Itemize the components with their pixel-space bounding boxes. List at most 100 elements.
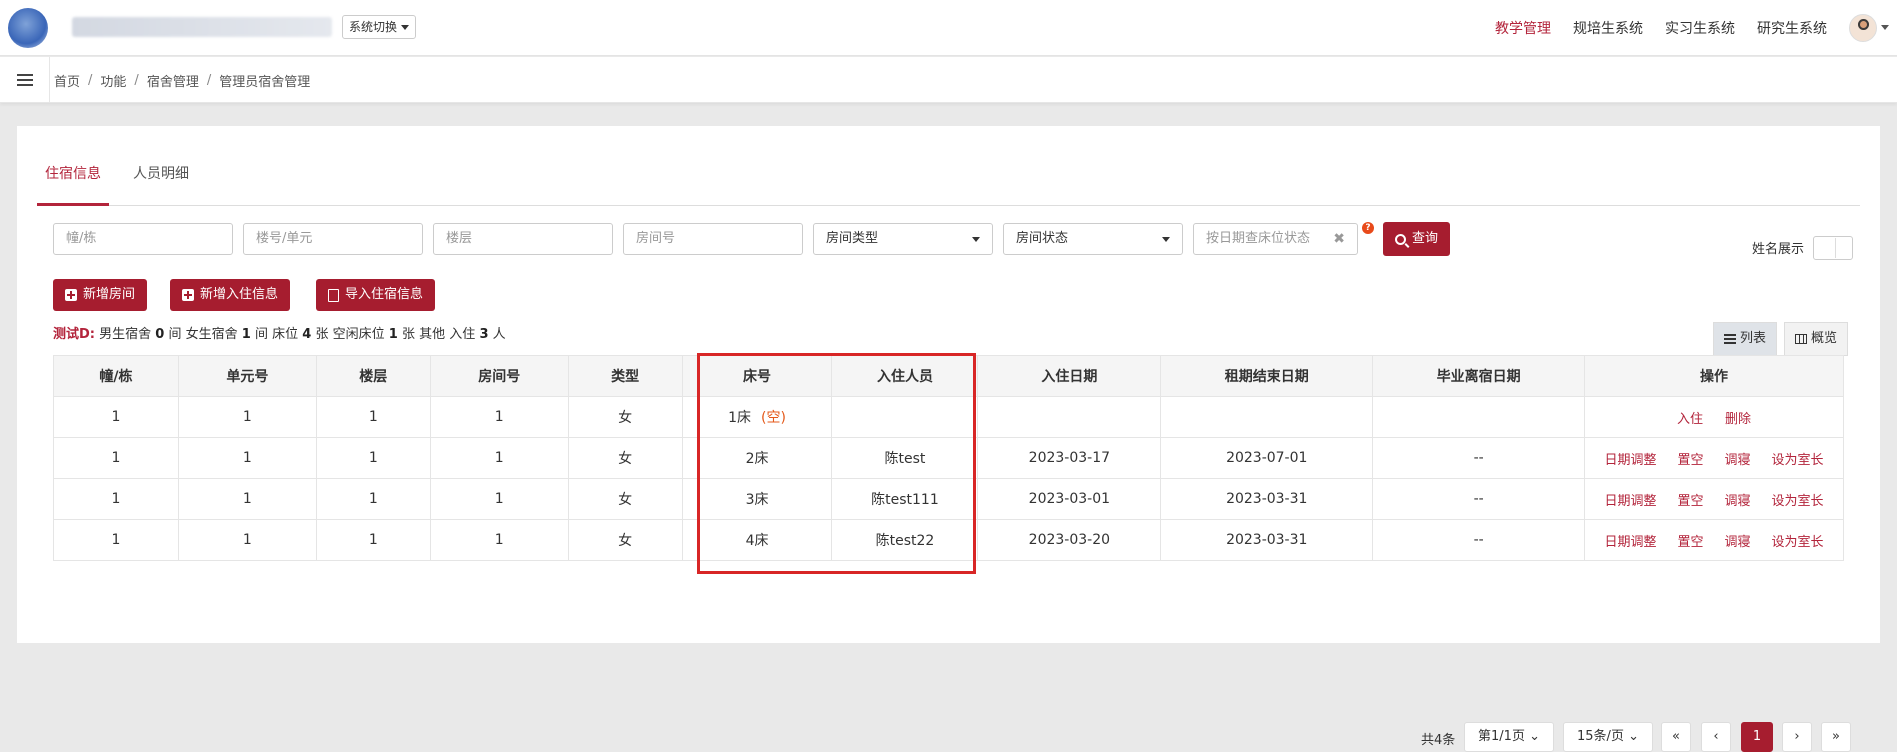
adjust-date-action[interactable]: 日期调整	[1605, 449, 1657, 468]
view-overview-button[interactable]: 概览	[1784, 322, 1849, 356]
room-type-select[interactable]: 房间类型	[813, 223, 993, 255]
room-input[interactable]: 房间号	[623, 223, 803, 255]
cell-operations: 日期调整 置空 调寝 设为室长	[1584, 478, 1844, 520]
cell-floor: 1	[315, 396, 431, 438]
unit-input[interactable]: 楼号/单元	[243, 223, 423, 255]
adjust-date-action[interactable]: 日期调整	[1605, 490, 1657, 509]
name-display-switch[interactable]	[1813, 236, 1853, 260]
room-type-value: 房间类型	[826, 231, 879, 246]
stats-male-count: 0	[155, 327, 165, 342]
stats-free-label: 空闲床位	[332, 327, 385, 342]
nav-graduate-system[interactable]: 研究生系统	[1757, 18, 1827, 38]
set-leader-action[interactable]: 设为室长	[1771, 449, 1823, 468]
transfer-room-action[interactable]: 调寝	[1725, 490, 1751, 509]
breadcrumb-dorm[interactable]: 宿舍管理	[147, 71, 199, 90]
prev-page-button[interactable]: ‹	[1701, 722, 1731, 752]
breadcrumb-separator: /	[206, 72, 212, 88]
add-room-button[interactable]: 新增房间	[53, 279, 148, 311]
import-label: 导入住宿信息	[345, 287, 424, 302]
avatar[interactable]	[1849, 14, 1877, 42]
set-leader-action[interactable]: 设为室长	[1771, 490, 1823, 509]
search-button[interactable]: 查询	[1383, 222, 1451, 256]
cell-room-link[interactable]: 1	[429, 396, 569, 438]
tab-staff-detail[interactable]: 人员明细	[133, 150, 189, 206]
clear-bed-action[interactable]: 置空	[1678, 490, 1704, 509]
cell-lease-end: 2023-07-01	[1160, 437, 1374, 479]
column-header-unit: 单元号	[177, 355, 317, 397]
cell-type: 女	[567, 519, 683, 561]
system-switch-select[interactable]: 系统切换	[342, 15, 417, 39]
building-input[interactable]: 幢/栋	[53, 223, 233, 255]
column-header-type: 类型	[567, 355, 683, 397]
next-page-button[interactable]: ›	[1782, 722, 1812, 752]
file-import-icon	[328, 288, 339, 302]
date-status-input[interactable]: 按日期查床位状态 ✖	[1193, 223, 1358, 255]
nav-intern-system[interactable]: 实习生系统	[1665, 18, 1735, 38]
nav-resident-system[interactable]: 规培生系统	[1573, 18, 1643, 38]
stats-other-label: 其他	[419, 327, 446, 342]
cell-floor: 1	[315, 437, 431, 479]
system-switch-label: 系统切换	[349, 20, 398, 34]
floor-input[interactable]: 楼层	[433, 223, 613, 255]
first-page-button[interactable]: «	[1661, 722, 1691, 752]
column-header-building: 幢/栋	[53, 355, 179, 397]
view-list-label: 列表	[1740, 331, 1767, 346]
breadcrumb: 首页 / 功能 / 宿舍管理 / 管理员宿舍管理	[54, 57, 310, 103]
cell-type: 女	[567, 478, 683, 520]
add-room-label: 新增房间	[83, 287, 136, 302]
add-checkin-label: 新增入住信息	[200, 287, 279, 302]
cell-building: 1	[53, 478, 179, 520]
clear-bed-action[interactable]: 置空	[1678, 531, 1704, 550]
tab-accommodation-info[interactable]: 住宿信息	[37, 150, 109, 206]
cell-operations: 日期调整 置空 调寝 设为室长	[1584, 519, 1844, 561]
view-overview-label: 概览	[1811, 331, 1838, 346]
breadcrumb-function[interactable]: 功能	[100, 71, 126, 90]
cell-type: 女	[567, 437, 683, 479]
stats-male-label: 男生宿舍	[99, 327, 152, 342]
cell-operations: 入住 删除	[1584, 396, 1844, 438]
cell-checkin-date: 2023-03-17	[977, 437, 1162, 479]
site-name-blurred	[72, 17, 332, 37]
cell-room-link[interactable]: 1	[429, 519, 569, 561]
list-icon	[1724, 334, 1736, 344]
stats-checkin-label: 入住	[449, 327, 476, 342]
chevron-down-icon	[401, 24, 410, 30]
view-list-button[interactable]: 列表	[1713, 322, 1778, 356]
cell-room-link[interactable]: 1	[429, 478, 569, 520]
menu-toggle-button[interactable]	[0, 57, 50, 103]
plus-square-icon	[182, 289, 194, 301]
stats-unit: 张	[401, 327, 415, 342]
stats-beds-count: 4	[302, 327, 312, 342]
breadcrumb-separator: /	[88, 72, 93, 88]
cell-operations: 日期调整 置空 调寝 设为室长	[1584, 437, 1844, 479]
adjust-date-action[interactable]: 日期调整	[1605, 531, 1657, 550]
breadcrumb-home[interactable]: 首页	[54, 71, 80, 90]
chevron-down-icon	[972, 236, 980, 242]
cell-checkin-date: 2023-03-20	[977, 519, 1162, 561]
cell-unit: 1	[177, 396, 317, 438]
cell-lease-end: 2023-03-31	[1160, 519, 1374, 561]
nav-teaching-management[interactable]: 教学管理	[1495, 18, 1551, 38]
last-page-button[interactable]: »	[1821, 722, 1851, 752]
help-icon[interactable]: ?	[1362, 222, 1374, 234]
top-bar: 系统切换 教学管理 规培生系统 实习生系统 研究生系统	[0, 0, 1897, 56]
page-select[interactable]: 第1/1页 ⌄	[1464, 722, 1554, 752]
page-size-select[interactable]: 15条/页 ⌄	[1563, 722, 1653, 752]
transfer-room-action[interactable]: 调寝	[1725, 449, 1751, 468]
clear-bed-action[interactable]: 置空	[1678, 449, 1704, 468]
avatar-caret-icon[interactable]	[1881, 25, 1889, 30]
cell-room-link[interactable]: 1	[429, 437, 569, 479]
cell-building: 1	[53, 396, 179, 438]
import-button[interactable]: 导入住宿信息	[316, 279, 436, 311]
transfer-room-action[interactable]: 调寝	[1725, 531, 1751, 550]
set-leader-action[interactable]: 设为室长	[1771, 531, 1823, 550]
add-checkin-button[interactable]: 新增入住信息	[170, 279, 291, 311]
delete-action[interactable]: 删除	[1725, 408, 1751, 427]
cell-checkin-date	[977, 396, 1162, 438]
checkin-action[interactable]: 入住	[1677, 408, 1703, 427]
top-nav: 教学管理 规培生系统 实习生系统 研究生系统	[1495, 0, 1827, 56]
clear-icon[interactable]: ✖	[1333, 224, 1345, 254]
page-1-button[interactable]: 1	[1741, 722, 1773, 752]
room-status-select[interactable]: 房间状态	[1003, 223, 1183, 255]
chevron-down-icon	[1162, 236, 1170, 242]
